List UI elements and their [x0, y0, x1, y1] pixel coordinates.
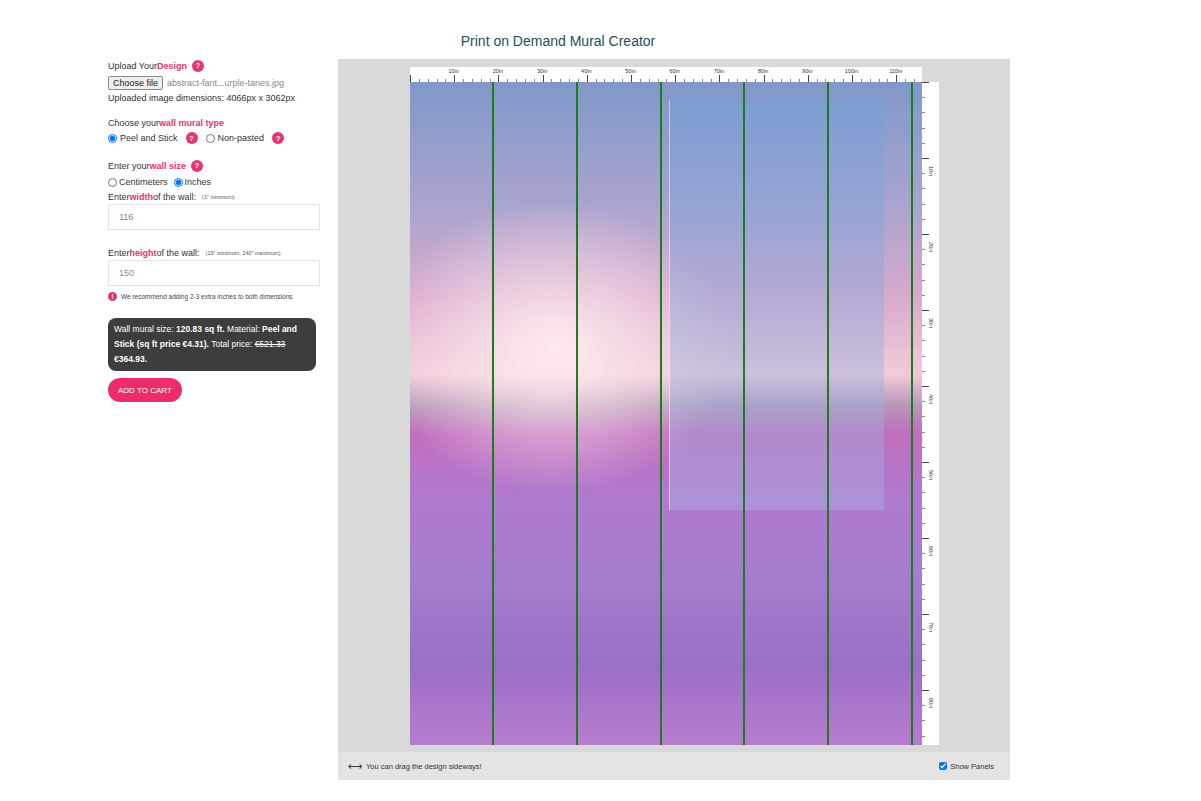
- file-name: abstract-fant...urple-tanes.jpg: [167, 78, 284, 88]
- radio-button[interactable]: [108, 134, 117, 143]
- summary-text: Total price:: [209, 339, 255, 349]
- width-input[interactable]: 116: [108, 204, 320, 230]
- height-input[interactable]: 150: [108, 260, 320, 286]
- show-panels-toggle[interactable]: Show Panels: [939, 762, 994, 771]
- mural-type-label: Choose your wall mural type: [108, 116, 224, 130]
- ruler-label: 60in: [928, 546, 934, 556]
- ruler-label: 50in: [928, 470, 934, 480]
- unit-option[interactable]: Inches: [174, 177, 212, 187]
- choose-file-button[interactable]: Choose file: [108, 76, 163, 90]
- file-row: Choose file abstract-fant...urple-tanes.j…: [108, 75, 284, 91]
- show-panels-checkbox[interactable]: [939, 762, 947, 770]
- ruler-label: 10in: [928, 166, 934, 176]
- help-icon[interactable]: ?: [191, 160, 203, 172]
- help-icon[interactable]: ?: [192, 60, 204, 72]
- ruler-label: 110in: [889, 68, 902, 74]
- top-ruler: 10in 20in 30in 40in 50in 60in 70in 80in 90in 100i…: [410, 67, 922, 82]
- mural-image[interactable]: [410, 82, 922, 745]
- page-title: Print on Demand Mural Creator: [0, 32, 1116, 50]
- ruler-label: 80in: [928, 698, 934, 708]
- width-highlight: width: [130, 190, 154, 204]
- panel-line: [743, 82, 745, 745]
- summary-text: €364.93.: [114, 354, 147, 364]
- ruler-corner: [922, 67, 939, 82]
- image-dimensions: Uploaded image dimensions: 4066px x 3062…: [108, 91, 295, 105]
- panel-line: [576, 82, 578, 745]
- help-icon[interactable]: ?: [186, 132, 198, 144]
- ruler-label: 20in: [493, 68, 503, 74]
- radio-button[interactable]: [206, 134, 215, 143]
- ruler-label: 100in: [845, 68, 858, 74]
- panel-line: [827, 82, 829, 745]
- drag-hint: ⟷You can drag the design sideways!: [348, 761, 482, 772]
- image-detail: [669, 100, 884, 510]
- width-hint: (1" minimum): [202, 190, 235, 204]
- radio-button[interactable]: [174, 178, 183, 187]
- ruler-label: 40in: [928, 394, 934, 404]
- ruler-label: 30in: [928, 318, 934, 328]
- info-icon: !: [108, 292, 117, 301]
- summary-text: Material:: [225, 324, 262, 334]
- summary-text: Wall mural size:: [114, 324, 176, 334]
- add-to-cart-button[interactable]: ADD TO CART: [108, 378, 182, 402]
- wall-size-highlight: wall size: [150, 159, 187, 173]
- header: Print on Demand Mural Creator: [0, 0, 1116, 59]
- ruler-label: 70in: [928, 622, 934, 632]
- height-label: Enter height of the wall:(19" minimum, 2…: [108, 246, 281, 260]
- options-form: Upload Your Design? Choose file abstract-f…: [108, 59, 320, 780]
- main: Upload Your Design? Choose file abstract-f…: [0, 59, 1201, 780]
- summary-text: €521.33: [255, 339, 286, 349]
- help-icon[interactable]: ?: [272, 132, 284, 144]
- panel-line: [660, 82, 662, 745]
- height-hint: (19" minimum, 240" maximum): [206, 246, 281, 260]
- panel-line: [492, 82, 494, 745]
- ruler-label: 50in: [625, 68, 635, 74]
- side-ruler: 10in 20in 30in 40in 50in 60in 70in 80in: [922, 82, 939, 745]
- mural-creator-page: Print on Demand Mural Creator Upload Your…: [0, 0, 1201, 801]
- price-summary: Wall mural size: 120.83 sq ft. Material:…: [108, 318, 316, 371]
- ruler-label: 80in: [758, 68, 768, 74]
- mural-type-option[interactable]: Peel and Stick?: [108, 132, 198, 144]
- ruler-label: 20in: [928, 242, 934, 252]
- ruler-label: 60in: [669, 68, 679, 74]
- preview-stage: 10in 20in 30in 40in 50in 60in 70in 80in 90in 100i…: [338, 59, 1010, 752]
- wall-size-label: Enter your wall size?: [108, 159, 203, 173]
- mural-type-highlight: wall mural type: [159, 116, 224, 130]
- unit-options: Centimeters Inches: [108, 175, 211, 189]
- upload-label: Upload Your Design?: [108, 59, 204, 73]
- height-highlight: height: [130, 246, 157, 260]
- ruler-label: 70in: [714, 68, 724, 74]
- preview-panel: 10in 20in 30in 40in 50in 60in 70in 80in 90in 100i…: [338, 59, 1010, 780]
- summary-text: 120.83 sq ft.: [176, 324, 225, 334]
- panel-line: [911, 82, 913, 745]
- ruler-label: 90in: [802, 68, 812, 74]
- mural-type-options: Peel and Stick? Non-pasted?: [108, 131, 284, 145]
- drag-arrows-icon: ⟷: [348, 761, 362, 772]
- mural-type-option[interactable]: Non-pasted?: [206, 132, 285, 144]
- mural-canvas: 10in 20in 30in 40in 50in 60in 70in 80in 90in 100i…: [410, 67, 939, 752]
- radio-button[interactable]: [108, 178, 117, 187]
- ruler-label: 10in: [448, 68, 458, 74]
- ruler-label: 40in: [581, 68, 591, 74]
- upload-highlight: Design: [157, 59, 187, 73]
- ruler-label: 30in: [537, 68, 547, 74]
- unit-option[interactable]: Centimeters: [108, 177, 168, 187]
- preview-footer: ⟷You can drag the design sideways! Show P…: [338, 752, 1010, 780]
- width-label: Enter width of the wall:(1" minimum): [108, 190, 235, 204]
- recommendation-note: !We recommend adding 2-3 extra inches to…: [108, 289, 293, 303]
